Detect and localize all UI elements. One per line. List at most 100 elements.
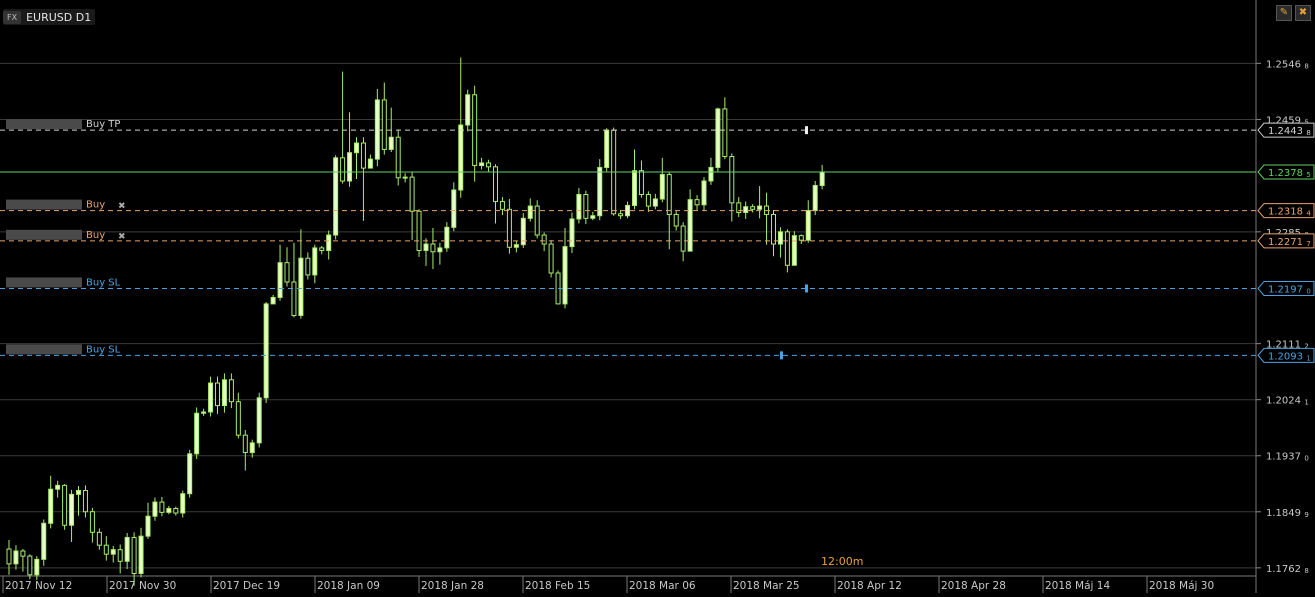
order-1-label[interactable]: Buy [86, 200, 105, 211]
candle-body [583, 193, 589, 219]
candle-body [173, 508, 179, 514]
order-1-price-label: 1.2318 [1268, 207, 1303, 218]
price-chart[interactable]: 1.254681.245951.228501.211121.202411.193… [0, 0, 1315, 593]
candle-body [479, 162, 485, 167]
candle-body [548, 243, 554, 274]
x-tick-label: 2018 Jan 09 [317, 580, 380, 592]
y-tick-label: 1.2024 [1266, 396, 1301, 407]
candle-body [715, 108, 721, 168]
candle-body [159, 501, 165, 513]
candle-body [263, 303, 269, 399]
candle-body [354, 142, 359, 154]
order-2-price-label: 1.2271 [1268, 237, 1303, 248]
y-tick-label: 1.2546 [1266, 59, 1301, 70]
candle-body [541, 234, 547, 245]
pencil-icon[interactable]: ✎ [1276, 5, 1292, 21]
candle-body [82, 489, 88, 513]
candle-body [166, 508, 172, 513]
stop-loss-2-handle[interactable] [6, 344, 82, 355]
stop-loss-1-label[interactable]: Buy SL [86, 277, 121, 288]
current-price-digit: 5 [1306, 171, 1310, 179]
candle-body [458, 124, 464, 191]
chart-area[interactable]: 1.254681.245951.228501.211121.202411.193… [0, 0, 1315, 593]
y-tick-digit: 8 [1304, 567, 1308, 575]
candle-body [729, 156, 735, 204]
candle-body [374, 99, 380, 160]
candle-body [242, 434, 248, 454]
symbol-box[interactable]: FX EURUSD D1 [3, 9, 96, 25]
sl-marker[interactable] [780, 351, 783, 360]
candle-body [228, 379, 234, 403]
candle-body [701, 180, 707, 206]
candle-body [305, 257, 311, 276]
stop-loss-1-price-label: 1.2197 [1268, 284, 1303, 295]
candle-body [638, 170, 644, 195]
order-2-label[interactable]: Buy [86, 230, 105, 241]
candle-body [20, 550, 26, 557]
candle-body [138, 535, 144, 574]
x-tick-label: 2018 Máj 30 [1149, 580, 1214, 592]
candle-body [694, 199, 700, 206]
stop-loss-1-handle[interactable] [6, 277, 82, 288]
candle-body [34, 558, 40, 576]
candle-body [180, 493, 186, 514]
x-tick-label: 2018 Feb 15 [525, 580, 590, 592]
order-2-close-icon[interactable]: ✖ [118, 232, 126, 242]
candle-body [201, 411, 207, 414]
candle-body [423, 243, 429, 251]
x-tick-label: 2018 Máj 14 [1045, 580, 1110, 592]
candle-body [208, 382, 214, 413]
candle-body [430, 243, 436, 253]
candle-body [152, 501, 158, 517]
stop-loss-2-price-label: 1.2093 [1268, 351, 1303, 362]
take-profit-price-label: 1.2443 [1268, 126, 1303, 137]
order-2-price-digit: 7 [1306, 240, 1310, 248]
x-tick-label: 2017 Nov 30 [109, 580, 176, 592]
candle-body [416, 210, 422, 251]
order-1-close-icon[interactable]: ✖ [118, 202, 126, 212]
candle-body [604, 129, 610, 168]
candle-body [249, 442, 255, 454]
tp-marker[interactable] [805, 126, 808, 135]
candle-body [96, 531, 102, 546]
candle-body [117, 549, 123, 562]
candle-body [791, 235, 797, 266]
candle-body [145, 515, 151, 537]
candle-body [722, 108, 728, 158]
take-profit-label[interactable]: Buy TP [86, 119, 120, 130]
candle-body [632, 170, 637, 206]
candle-body [757, 205, 763, 210]
stop-loss-2-label[interactable]: Buy SL [86, 344, 121, 355]
y-tick-label: 1.1937 [1266, 452, 1301, 463]
y-tick-digit: 0 [1304, 455, 1308, 463]
candle-body [340, 157, 346, 182]
candle-body [472, 94, 478, 167]
candle-body [465, 94, 471, 126]
order-1-handle[interactable] [6, 199, 82, 210]
candle-body [319, 247, 325, 251]
candle-body [89, 511, 95, 533]
candle-body [284, 262, 290, 283]
take-profit-handle[interactable] [6, 119, 82, 130]
candle-body [597, 166, 603, 217]
close-icon[interactable]: ✖ [1295, 5, 1311, 21]
candle-body [590, 215, 596, 219]
candle-body [562, 246, 568, 305]
candle-body [360, 142, 366, 169]
candle-body [652, 198, 658, 207]
sl-marker[interactable] [805, 284, 808, 293]
x-tick-label: 2018 Mar 06 [629, 580, 696, 592]
candle-body [680, 225, 686, 252]
candle-body [312, 247, 318, 276]
x-tick-label: 2018 Mar 25 [733, 580, 800, 592]
candle-body [513, 244, 519, 248]
candle-body [124, 536, 130, 562]
candle-body [673, 213, 679, 227]
order-2-handle[interactable] [6, 229, 82, 240]
x-tick-label: 2017 Dec 19 [213, 580, 280, 592]
candle-body [131, 536, 137, 574]
y-tick-digit: 1 [1304, 399, 1308, 407]
time-marker-label: 12:00m [821, 555, 863, 568]
symbol-label: EURUSD D1 [26, 10, 92, 24]
candle-body [506, 208, 512, 248]
